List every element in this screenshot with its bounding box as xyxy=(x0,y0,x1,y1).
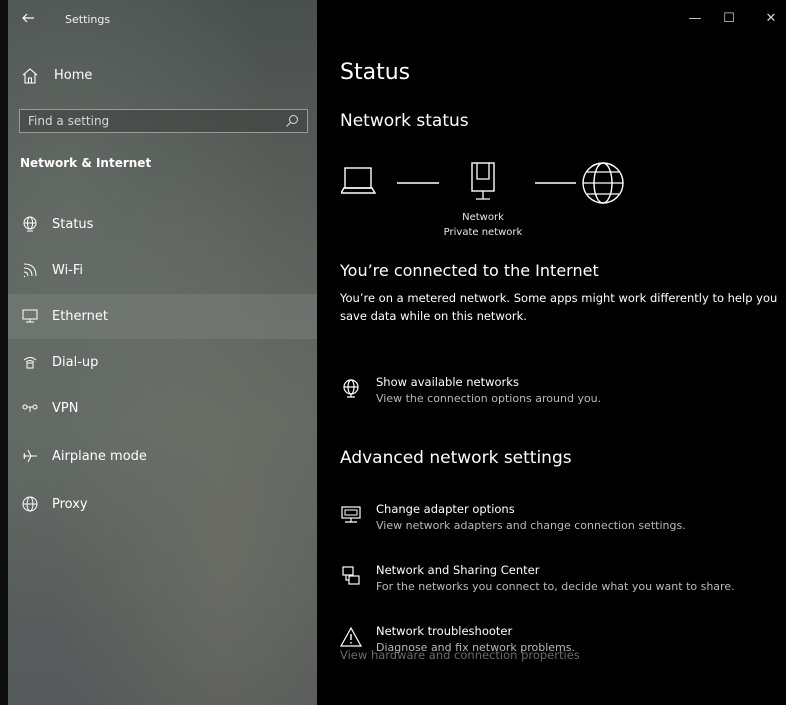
sidebar-item-label: Ethernet xyxy=(52,309,108,324)
advanced-settings-heading: Advanced network settings xyxy=(340,448,572,468)
link-subtitle: View network adapters and change connect… xyxy=(376,519,686,532)
proxy-globe-icon xyxy=(22,496,38,512)
change-adapter-options-link[interactable]: Change adapter options View network adap… xyxy=(340,502,780,542)
network-name-label: Network xyxy=(462,212,504,223)
window-edge xyxy=(0,0,8,705)
router-icon xyxy=(471,162,495,200)
window-title: Settings xyxy=(65,13,111,26)
sidebar-item-label: Wi-Fi xyxy=(52,263,84,278)
search-input[interactable]: Find a setting xyxy=(19,109,308,133)
sidebar-item-dialup[interactable]: Dial-up xyxy=(8,340,317,385)
link-title: Change adapter options xyxy=(376,502,515,516)
section-title: Network & Internet xyxy=(20,156,152,170)
home-label: Home xyxy=(54,68,93,83)
vpn-icon xyxy=(22,404,38,412)
network-sharing-center-link[interactable]: Network and Sharing Center For the netwo… xyxy=(340,563,780,603)
sidebar: Settings Home Find a setting Network & I… xyxy=(8,0,317,705)
sidebar-item-status[interactable]: Status xyxy=(8,202,317,247)
page-title: Status xyxy=(340,60,411,85)
title-bar: Settings xyxy=(8,0,317,40)
network-diagram: Network Private network xyxy=(339,155,641,245)
airplane-icon xyxy=(23,449,37,463)
warning-icon xyxy=(340,626,362,647)
laptop-icon xyxy=(339,167,377,194)
search-icon[interactable] xyxy=(285,114,299,128)
internet-globe-icon xyxy=(582,162,624,204)
main-content: — ☐ ✕ Status Network status Network Priv… xyxy=(317,0,786,705)
globe-status-icon xyxy=(23,216,37,232)
sidebar-item-airplane-mode[interactable]: Airplane mode xyxy=(8,434,317,479)
search-placeholder: Find a setting xyxy=(28,114,110,128)
sidebar-item-vpn[interactable]: VPN xyxy=(8,386,317,431)
globe-network-icon xyxy=(343,379,359,398)
close-button[interactable]: ✕ xyxy=(756,8,786,30)
link-title: Network troubleshooter xyxy=(376,624,513,638)
sidebar-item-label: Dial-up xyxy=(52,355,99,370)
sharing-center-icon xyxy=(342,566,360,585)
link-title: Network and Sharing Center xyxy=(376,563,540,577)
network-status-heading: Network status xyxy=(340,111,469,131)
window-controls: — ☐ ✕ xyxy=(676,8,786,30)
view-hardware-properties-link[interactable]: View hardware and connection properties xyxy=(340,648,580,662)
sidebar-item-label: Status xyxy=(52,217,94,232)
dialup-icon xyxy=(23,357,37,369)
wifi-icon xyxy=(23,263,37,278)
connection-status-body: You’re on a metered network. Some apps m… xyxy=(340,291,778,323)
back-arrow-icon[interactable] xyxy=(20,10,36,26)
connection-status-heading: You’re connected to the Internet xyxy=(340,261,599,280)
sidebar-item-wifi[interactable]: Wi-Fi xyxy=(8,248,317,293)
maximize-button[interactable]: ☐ xyxy=(714,8,744,30)
network-type-label: Private network xyxy=(443,227,523,238)
sidebar-item-label: Proxy xyxy=(52,497,88,512)
minimize-button[interactable]: — xyxy=(680,8,710,30)
show-available-networks-link[interactable]: Show available networks View the connect… xyxy=(340,375,780,415)
sidebar-item-label: VPN xyxy=(52,401,79,416)
ethernet-icon xyxy=(22,309,38,323)
link-subtitle: View the connection options around you. xyxy=(376,392,602,405)
adapter-icon xyxy=(341,506,361,523)
sidebar-item-label: Airplane mode xyxy=(52,449,147,464)
link-title: Show available networks xyxy=(376,375,519,389)
link-subtitle: For the networks you connect to, decide … xyxy=(376,580,735,593)
home-icon xyxy=(22,68,38,84)
home-nav-item[interactable]: Home xyxy=(8,62,317,90)
sidebar-item-ethernet[interactable]: Ethernet xyxy=(8,294,317,339)
sidebar-item-proxy[interactable]: Proxy xyxy=(8,482,317,527)
